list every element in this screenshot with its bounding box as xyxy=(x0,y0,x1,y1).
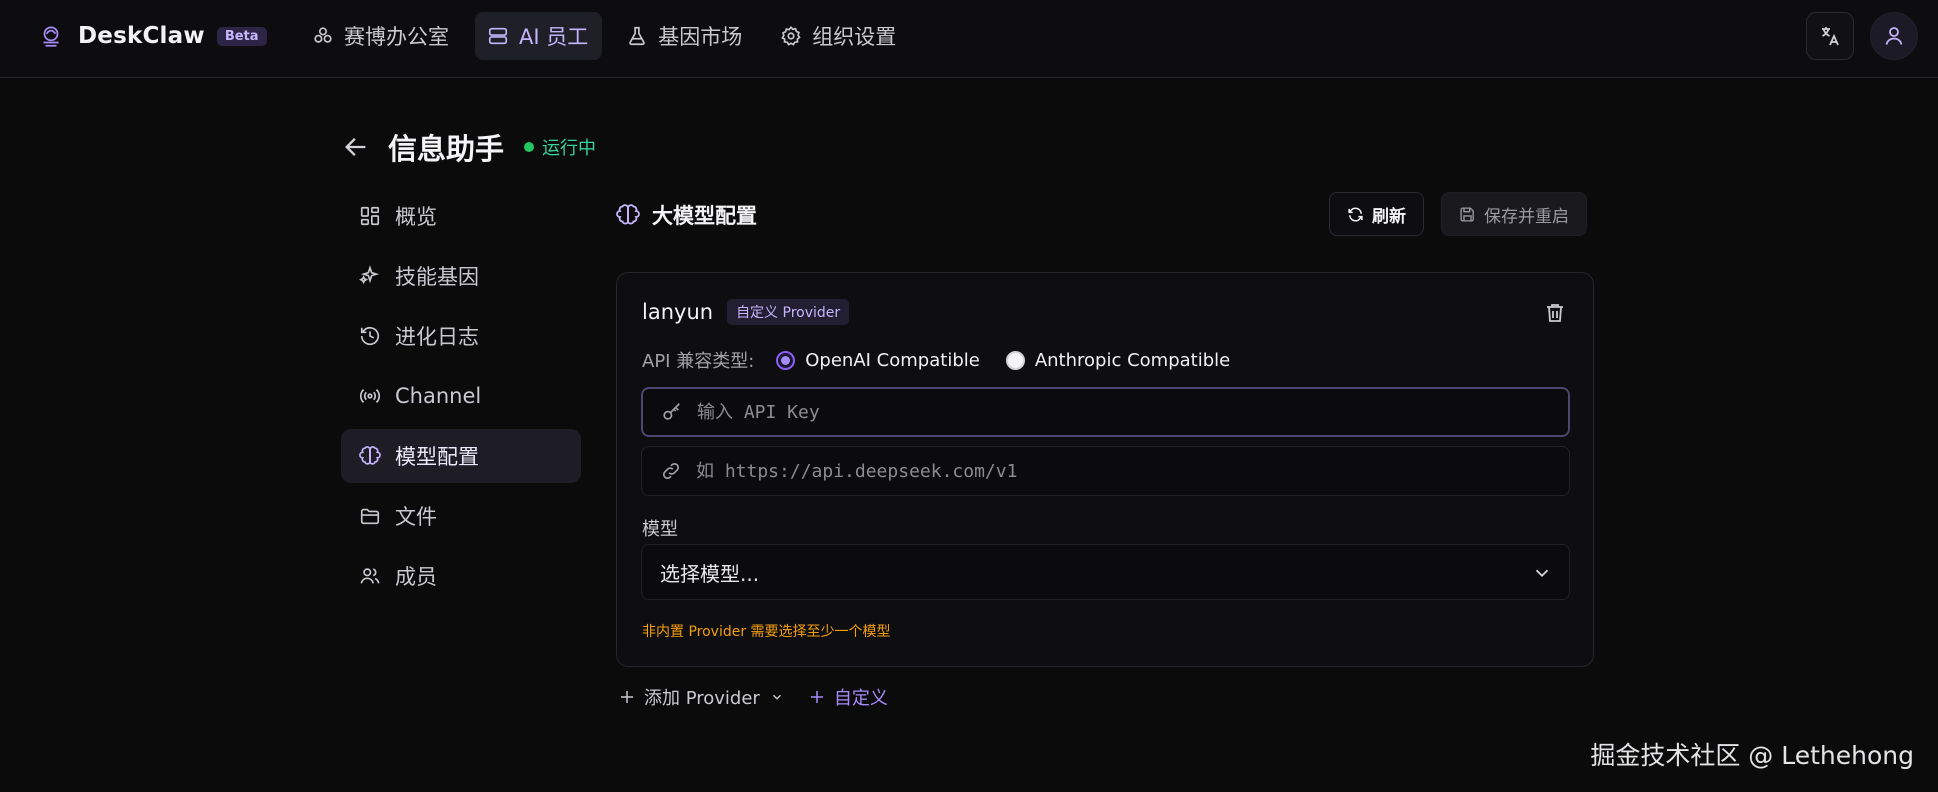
nav-label: AI 员工 xyxy=(519,25,589,49)
save-restart-button[interactable]: 保存并重启 xyxy=(1441,192,1587,236)
provider-tag: 自定义 Provider xyxy=(727,299,850,325)
save-label: 保存并重启 xyxy=(1484,206,1569,227)
provider-name: lanyun xyxy=(642,300,714,324)
side-item-members[interactable]: 成员 xyxy=(341,549,581,603)
chevron-down-icon xyxy=(770,690,784,704)
link-icon xyxy=(660,460,682,482)
gear-icon xyxy=(780,25,802,47)
section-header: 大模型配置 刷新 保存并重启 xyxy=(616,192,1594,236)
nav-label: 基因市场 xyxy=(658,25,743,49)
status-dot xyxy=(524,142,535,152)
nav-label: 组织设置 xyxy=(812,25,897,49)
key-icon xyxy=(661,401,683,423)
chevron-down-icon xyxy=(1531,562,1553,584)
refresh-button[interactable]: 刷新 xyxy=(1329,192,1424,236)
side-item-evolution-log[interactable]: 进化日志 xyxy=(341,309,581,363)
side-item-label: 模型配置 xyxy=(395,445,479,469)
history-icon xyxy=(359,325,381,347)
nav-label: 赛博办公室 xyxy=(344,25,449,49)
language-button[interactable] xyxy=(1806,12,1854,60)
radio-circle xyxy=(776,350,796,370)
provider-header: lanyun 自定义 Provider xyxy=(642,299,850,325)
side-item-model-config[interactable]: 模型配置 xyxy=(341,429,581,483)
top-bar: DeskClaw Beta 赛博办公室 AI 员工 基因市场 组织设置 xyxy=(0,0,1938,78)
deskclaw-logo-icon xyxy=(38,23,64,49)
status-badge: 运行中 xyxy=(524,134,596,160)
nav-item-org-settings[interactable]: 组织设置 xyxy=(768,12,910,60)
radio-openai-compatible[interactable]: OpenAI Compatible xyxy=(776,350,980,371)
side-item-label: 文件 xyxy=(395,505,437,529)
plus-icon xyxy=(808,688,826,706)
watermark: 掘金技术社区 @ Lethehong xyxy=(1590,741,1914,770)
radio-anthropic-compatible[interactable]: Anthropic Compatible xyxy=(1005,349,1231,371)
server-icon xyxy=(487,25,509,47)
refresh-label: 刷新 xyxy=(1372,206,1406,227)
custom-label: 自定义 xyxy=(833,688,888,709)
network-icon xyxy=(312,25,334,47)
nav-item-cyber-office[interactable]: 赛博办公室 xyxy=(300,12,463,60)
page-header: 信息助手 运行中 xyxy=(342,126,596,168)
page-title: 信息助手 xyxy=(388,132,505,166)
side-item-overview[interactable]: 概览 xyxy=(341,189,581,243)
side-item-channel[interactable]: Channel xyxy=(341,369,581,423)
section-title-text: 大模型配置 xyxy=(652,204,757,228)
brain-icon xyxy=(616,203,640,227)
model-select[interactable]: 选择模型... xyxy=(641,544,1570,600)
base-url-field[interactable] xyxy=(641,446,1570,496)
nav-item-ai-staff[interactable]: AI 员工 xyxy=(475,12,603,60)
radio-label: Anthropic Compatible xyxy=(1034,349,1231,371)
app-name: DeskClaw xyxy=(78,23,205,49)
side-item-label: 进化日志 xyxy=(395,325,479,349)
side-item-skill-genes[interactable]: 技能基因 xyxy=(341,249,581,303)
side-item-label: 概览 xyxy=(395,205,437,229)
top-nav: 赛博办公室 AI 员工 基因市场 组织设置 xyxy=(300,12,922,60)
model-select-value: 选择模型... xyxy=(660,561,760,586)
base-url-input[interactable] xyxy=(696,447,1569,495)
brand[interactable]: DeskClaw Beta xyxy=(38,22,267,50)
flask-icon xyxy=(626,25,648,47)
beta-badge: Beta xyxy=(216,26,267,46)
sparkle-icon xyxy=(359,265,381,287)
api-type-label: API 兼容类型: xyxy=(642,351,755,372)
radio-label: OpenAI Compatible xyxy=(805,349,980,371)
provider-card: lanyun 自定义 Provider API 兼容类型: OpenAI Com… xyxy=(616,272,1594,667)
folder-icon xyxy=(359,505,381,527)
model-warning: 非内置 Provider 需要选择至少一个模型 xyxy=(642,624,891,640)
side-item-label: Channel xyxy=(395,384,482,408)
side-item-files[interactable]: 文件 xyxy=(341,489,581,543)
brain-icon xyxy=(359,445,381,467)
add-provider-button[interactable]: 添加 Provider xyxy=(618,684,792,710)
section-title: 大模型配置 xyxy=(616,200,757,230)
api-key-field[interactable] xyxy=(641,387,1570,437)
api-type-row: API 兼容类型: OpenAI Compatible Anthropic Co… xyxy=(642,345,1256,375)
back-arrow-icon[interactable] xyxy=(342,133,370,161)
radio-circle xyxy=(1005,350,1025,370)
add-provider-row: 添加 Provider 自定义 xyxy=(618,683,904,711)
top-actions xyxy=(1790,12,1918,60)
dashboard-icon xyxy=(359,205,381,227)
broadcast-icon xyxy=(359,385,381,407)
plus-icon xyxy=(618,688,636,706)
user-avatar-button[interactable] xyxy=(1870,12,1918,60)
save-icon xyxy=(1459,206,1476,223)
model-label: 模型 xyxy=(642,519,678,540)
users-icon xyxy=(359,565,381,587)
add-custom-provider-button[interactable]: 自定义 xyxy=(808,684,888,710)
add-provider-label: 添加 Provider xyxy=(644,688,760,709)
side-item-label: 成员 xyxy=(395,565,437,589)
trash-icon[interactable] xyxy=(1543,301,1567,325)
status-text: 运行中 xyxy=(542,138,597,159)
refresh-icon xyxy=(1347,206,1364,223)
translate-icon xyxy=(1818,24,1842,48)
nav-item-gene-market[interactable]: 基因市场 xyxy=(614,12,756,60)
user-icon xyxy=(1882,24,1906,48)
side-menu: 概览 技能基因 进化日志 Channel 模型配置 文件 成员 xyxy=(341,189,581,609)
side-item-label: 技能基因 xyxy=(395,265,479,289)
api-key-input[interactable] xyxy=(697,389,1568,435)
